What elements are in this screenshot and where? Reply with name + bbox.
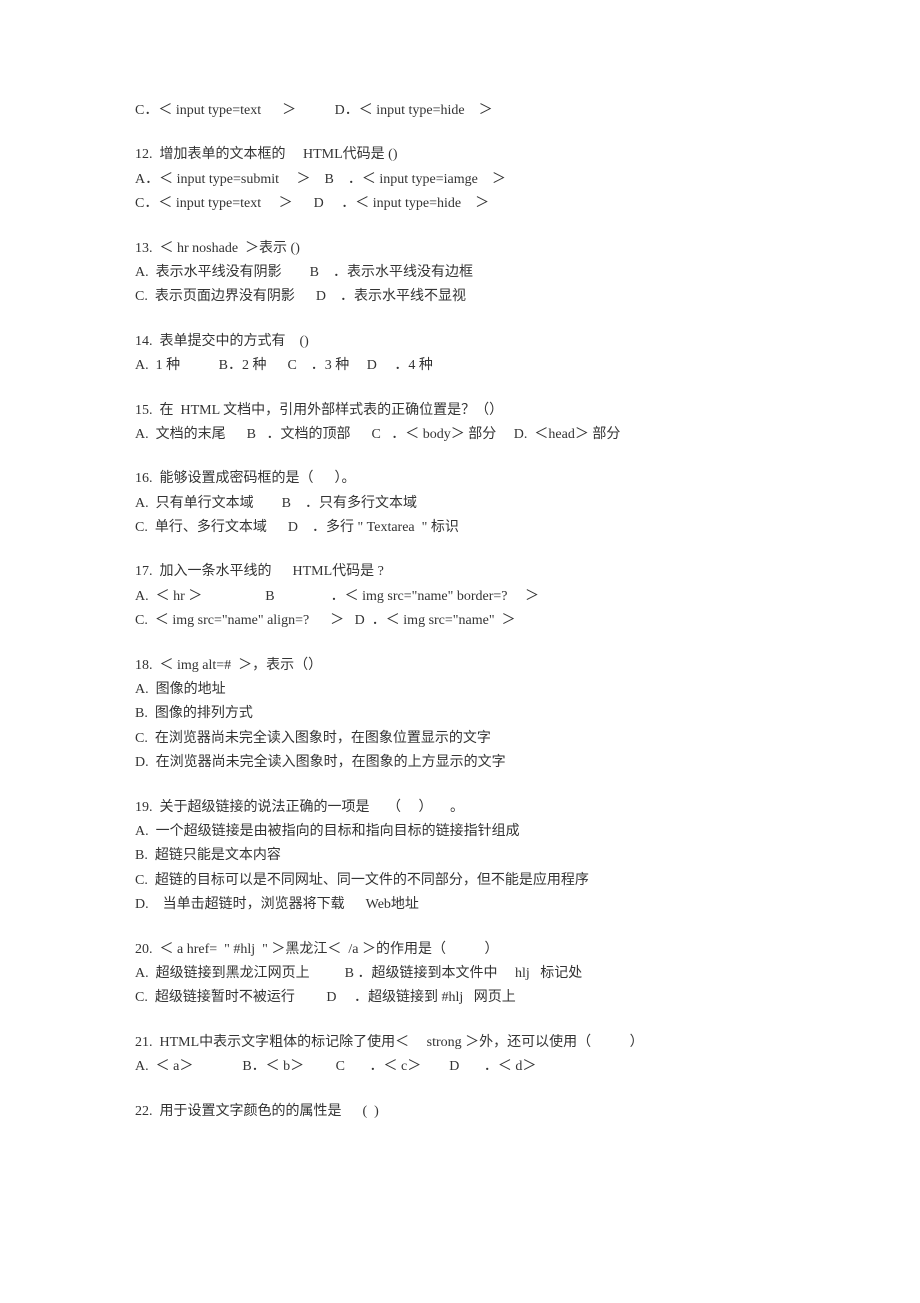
text-line: 22. 用于设置文字颜色的的属性是 ( ) — [135, 1101, 785, 1123]
text-line: B. 图像的排列方式 — [135, 703, 785, 725]
text-line: 21. HTML中表示文字粗体的标记除了使用＜ strong ＞外，还可以使用（… — [135, 1032, 785, 1054]
question-block: 17. 加入一条水平线的 HTML代码是 ? A. ＜ hr ＞ B ．＜ img… — [135, 561, 785, 632]
question-block: 22. 用于设置文字颜色的的属性是 ( ) — [135, 1101, 785, 1123]
text-line: A. 文档的末尾 B ．文档的顶部 C ．＜ body＞ 部分 D. ＜head… — [135, 424, 785, 446]
question-block: 13. ＜ hr noshade ＞表示 ()A. 表示水平线没有阴影 B ．表… — [135, 238, 785, 309]
text-line: D. 当单击超链时，浏览器将下载 Web地址 — [135, 894, 785, 916]
question-block: 12. 增加表单的文本框的 HTML代码是 () A．＜ input type=s… — [135, 144, 785, 215]
text-line: 18. ＜ img alt=# ＞，表示（） — [135, 655, 785, 677]
text-line: C. 超级链接暂时不被运行 D ．超级链接到 #hlj 网页上 — [135, 987, 785, 1009]
text-line: A. ＜ a＞ B．＜ b＞ C ．＜ c＞ D ．＜ d＞ — [135, 1056, 785, 1078]
text-line: D. 在浏览器尚未完全读入图象时，在图象的上方显示的文字 — [135, 752, 785, 774]
text-line: C．＜ input type=text ＞ D ．＜ input type=hi… — [135, 193, 785, 215]
text-line: C. 单行、多行文本域 D ．多行 " Textarea " 标识 — [135, 517, 785, 539]
question-block: 15. 在 HTML 文档中，引用外部样式表的正确位置是？（）A. 文档的末尾 … — [135, 400, 785, 447]
text-line: C. 在浏览器尚未完全读入图象时，在图象位置显示的文字 — [135, 728, 785, 750]
text-line: C. 表示页面边界没有阴影 D ．表示水平线不显视 — [135, 286, 785, 308]
text-line: A. 表示水平线没有阴影 B ．表示水平线没有边框 — [135, 262, 785, 284]
text-line: 16. 能够设置成密码框的是（ ）。 — [135, 468, 785, 490]
text-line: 12. 增加表单的文本框的 HTML代码是 () — [135, 144, 785, 166]
text-line: A. 只有单行文本域 B ．只有多行文本域 — [135, 493, 785, 515]
text-line: 15. 在 HTML 文档中，引用外部样式表的正确位置是？（） — [135, 400, 785, 422]
text-line: 17. 加入一条水平线的 HTML代码是 ? — [135, 561, 785, 583]
text-line: 19. 关于超级链接的说法正确的一项是 （ ） 。 — [135, 797, 785, 819]
question-block: 19. 关于超级链接的说法正确的一项是 （ ） 。A. 一个超级链接是由被指向的… — [135, 797, 785, 917]
text-line: 20. ＜ a href= " #hlj " ＞黑龙江＜ /a ＞的作用是（ ） — [135, 939, 785, 961]
text-line: A. 一个超级链接是由被指向的目标和指向目标的链接指针组成 — [135, 821, 785, 843]
text-line: B. 超链只能是文本内容 — [135, 845, 785, 867]
text-line: C. 超链的目标可以是不同网址、同一文件的不同部分，但不能是应用程序 — [135, 870, 785, 892]
text-line: C. ＜ img src="name" align=? ＞ D ．＜ img s… — [135, 610, 785, 632]
question-block: 20. ＜ a href= " #hlj " ＞黑龙江＜ /a ＞的作用是（ ）… — [135, 939, 785, 1010]
text-line: 13. ＜ hr noshade ＞表示 () — [135, 238, 785, 260]
question-block: 21. HTML中表示文字粗体的标记除了使用＜ strong ＞外，还可以使用（… — [135, 1032, 785, 1079]
text-line: 14. 表单提交中的方式有 () — [135, 331, 785, 353]
text-line: C．＜ input type=text ＞ D．＜ input type=hid… — [135, 100, 785, 122]
question-block: 18. ＜ img alt=# ＞，表示（）A. 图像的地址B. 图像的排列方式… — [135, 655, 785, 775]
text-line: A. 超级链接到黑龙江网页上 B ．超级链接到本文件中 hlj 标记处 — [135, 963, 785, 985]
question-block: C．＜ input type=text ＞ D．＜ input type=hid… — [135, 100, 785, 122]
text-line: A．＜ input type=submit ＞ B ．＜ input type=… — [135, 169, 785, 191]
text-line: A. 1 种 B．2 种 C ．3 种 D ．4 种 — [135, 355, 785, 377]
text-line: A. ＜ hr ＞ B ．＜ img src="name" border=? ＞ — [135, 586, 785, 608]
question-block: 16. 能够设置成密码框的是（ ）。 A. 只有单行文本域 B ．只有多行文本域C… — [135, 468, 785, 539]
text-line: A. 图像的地址 — [135, 679, 785, 701]
question-block: 14. 表单提交中的方式有 ()A. 1 种 B．2 种 C ．3 种 D ．4… — [135, 331, 785, 378]
document-body: C．＜ input type=text ＞ D．＜ input type=hid… — [135, 100, 785, 1123]
